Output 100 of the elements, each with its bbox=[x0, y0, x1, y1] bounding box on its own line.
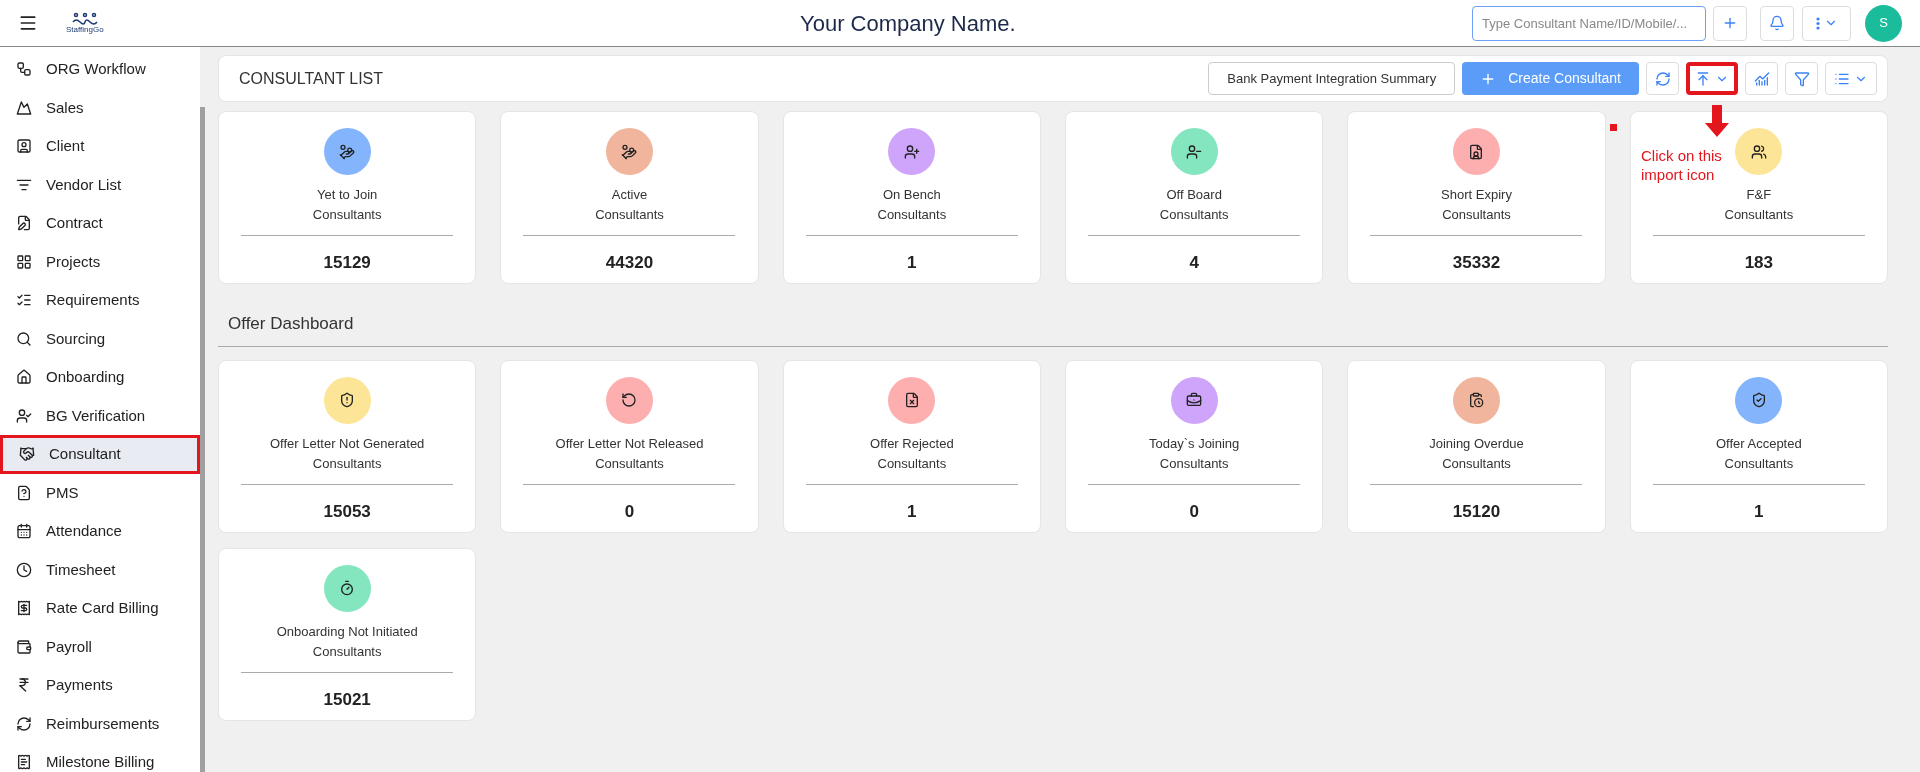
chart-icon bbox=[1753, 70, 1770, 87]
sidebar-item[interactable]: Attendance bbox=[0, 512, 200, 551]
sidebar-item[interactable]: PMS bbox=[0, 473, 200, 512]
card-subtitle: Consultants bbox=[1442, 206, 1511, 224]
logo-icon bbox=[70, 12, 99, 26]
nav-icon bbox=[16, 561, 32, 578]
stat-card[interactable]: Offer Letter Not Generated Consultants 15053 bbox=[218, 359, 477, 533]
logo-text: StaffingGo bbox=[66, 26, 104, 34]
card-subtitle: Consultants bbox=[1724, 206, 1794, 224]
sidebar-item[interactable]: Timesheet bbox=[0, 550, 200, 589]
sidebar-item[interactable]: Payroll bbox=[0, 627, 200, 666]
stat-card[interactable]: Off Board Consultants 4 bbox=[1065, 111, 1324, 284]
card-count: 0 bbox=[1189, 500, 1199, 523]
stat-card[interactable]: On Bench Consultants 1 bbox=[782, 111, 1041, 284]
card-title: Yet to Join bbox=[317, 186, 378, 204]
card-icon bbox=[621, 143, 638, 160]
card-icon bbox=[903, 392, 920, 408]
upload-icon bbox=[1695, 70, 1711, 87]
card-title: Active bbox=[611, 186, 648, 204]
nav-icon bbox=[16, 61, 32, 78]
card-count: 15120 bbox=[1452, 500, 1501, 523]
sidebar-item[interactable]: Requirements bbox=[0, 281, 200, 320]
annotation-arrow bbox=[1705, 105, 1729, 137]
sidebar-item[interactable]: Vendor List bbox=[0, 165, 200, 204]
card-subtitle: Consultants bbox=[312, 642, 382, 661]
stat-card[interactable]: Active Consultants 44320 bbox=[500, 111, 759, 284]
stat-card[interactable]: Yet to Join Consultants 15129 bbox=[218, 111, 477, 284]
card-subtitle: Consultants bbox=[877, 454, 947, 473]
sidebar-item[interactable]: Consultant bbox=[0, 435, 200, 474]
card-title: Joining Overdue bbox=[1429, 434, 1524, 453]
card-count: 4 bbox=[1189, 252, 1199, 274]
card-title: F&F bbox=[1746, 186, 1772, 204]
menu-icon[interactable] bbox=[18, 13, 38, 33]
card-title: Today`s Joining bbox=[1149, 434, 1240, 453]
card-subtitle: Consultants bbox=[312, 454, 382, 473]
card-count: 15129 bbox=[323, 252, 371, 274]
notification-button[interactable] bbox=[1760, 5, 1794, 41]
card-icon bbox=[621, 392, 638, 408]
card-icon bbox=[1750, 392, 1767, 408]
card-count: 15021 bbox=[323, 688, 371, 711]
sidebar-item[interactable]: Contract bbox=[0, 204, 200, 243]
nav-icon bbox=[16, 484, 32, 501]
card-count: 0 bbox=[624, 500, 635, 523]
summary-button[interactable]: Bank Payment Integration Summary bbox=[1208, 62, 1456, 95]
toolbar-icon-button[interactable] bbox=[1686, 62, 1738, 95]
card-count: 44320 bbox=[605, 252, 654, 274]
card-subtitle: Consultants bbox=[312, 206, 382, 224]
card-count: 35332 bbox=[1452, 252, 1501, 274]
card-title: Offer Rejected bbox=[870, 434, 954, 453]
stat-card[interactable]: Short Expiry Consultants 35332 bbox=[1347, 111, 1606, 284]
refresh-icon bbox=[1654, 70, 1671, 87]
nav-icon bbox=[16, 99, 32, 116]
card-subtitle: Consultants bbox=[1442, 454, 1511, 473]
nav-icon bbox=[16, 677, 32, 694]
sidebar-item[interactable]: Payments bbox=[0, 666, 200, 705]
nav-icon bbox=[16, 754, 32, 771]
nav-icon bbox=[16, 330, 32, 347]
add-button[interactable] bbox=[1713, 5, 1747, 41]
card-subtitle: Consultants bbox=[877, 206, 947, 224]
stat-card[interactable]: Offer Rejected Consultants 1 bbox=[782, 359, 1041, 533]
page-title: CONSULTANT LIST bbox=[239, 68, 385, 89]
sidebar-item[interactable]: Sourcing bbox=[0, 319, 200, 358]
sidebar-item[interactable]: Reimbursements bbox=[0, 704, 200, 743]
stat-card[interactable]: Offer Letter Not Released Consultants 0 bbox=[500, 359, 759, 533]
section-title: Offer Dashboard bbox=[228, 314, 354, 333]
card-icon bbox=[1186, 392, 1203, 408]
card-title: Onboarding Not Initiated bbox=[276, 622, 418, 641]
marker-square bbox=[1610, 124, 1617, 131]
card-title: Short Expiry bbox=[1441, 186, 1512, 204]
card-icon bbox=[1186, 143, 1203, 160]
plus-icon bbox=[1722, 15, 1738, 31]
sidebar-item[interactable]: Client bbox=[0, 127, 200, 166]
sidebar-item[interactable]: Rate Card Billing bbox=[0, 589, 200, 628]
sidebar-item[interactable]: Milestone Billing bbox=[0, 743, 200, 772]
sidebar-item[interactable]: BG Verification bbox=[0, 396, 200, 435]
sidebar-item[interactable]: Projects bbox=[0, 242, 200, 281]
card-title: Offer Letter Not Generated bbox=[269, 434, 425, 453]
card-title: On Bench bbox=[882, 186, 941, 204]
card-subtitle: Consultants bbox=[1724, 454, 1794, 473]
stat-card[interactable]: Today`s Joining Consultants 0 bbox=[1065, 359, 1324, 533]
card-icon bbox=[1750, 143, 1767, 160]
sidebar-item[interactable]: Onboarding bbox=[0, 358, 200, 397]
sidebar-item[interactable]: Sales bbox=[0, 88, 200, 127]
card-title: Offer Accepted bbox=[1715, 434, 1802, 453]
card-count: 15053 bbox=[323, 500, 371, 523]
annotation-text: Click on this import icon bbox=[1641, 146, 1723, 184]
nav-icon bbox=[16, 138, 32, 155]
card-icon bbox=[339, 392, 356, 408]
nav-icon bbox=[16, 600, 32, 617]
nav-icon bbox=[16, 638, 32, 655]
nav-icon bbox=[16, 215, 32, 232]
card-subtitle: Consultants bbox=[595, 454, 664, 473]
sidebar-item[interactable]: ORG Workflow bbox=[0, 50, 200, 89]
card-count: 1 bbox=[907, 252, 917, 274]
stat-card[interactable]: Onboarding Not Initiated Consultants 15021 bbox=[218, 547, 477, 721]
stat-card[interactable]: Offer Accepted Consultants 1 bbox=[1629, 359, 1888, 533]
card-icon bbox=[903, 143, 920, 160]
stat-card[interactable]: Joining Overdue Consultants 15120 bbox=[1347, 359, 1606, 533]
card-icon bbox=[1468, 143, 1485, 160]
search-field[interactable]: Type Consultant Name/ID/Mobile/... bbox=[1472, 5, 1706, 41]
